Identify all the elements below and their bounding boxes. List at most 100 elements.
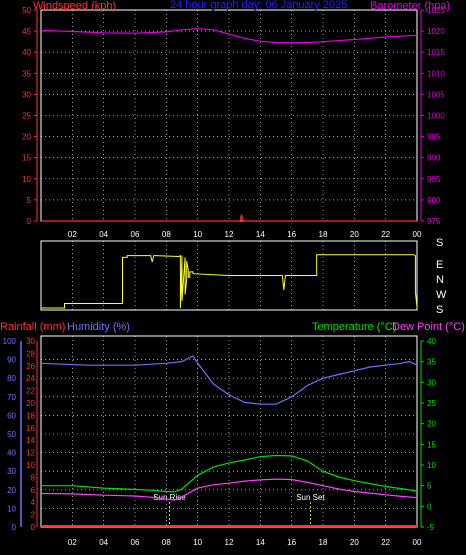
baro-tick-label: 985 [427, 175, 441, 184]
x-tick-label: 14 [256, 538, 265, 547]
wind-tick-label: 50 [22, 6, 31, 15]
baro-tick-label: 980 [427, 196, 441, 205]
rain-tick-label: 0 [31, 523, 36, 532]
x-tick-label: 08 [162, 538, 171, 547]
direction-label: N [436, 274, 444, 286]
x-tick-label: 12 [225, 230, 234, 239]
x-tick-label: 02 [68, 230, 77, 239]
x-tick-label: 16 [287, 538, 296, 547]
x-tick-label: 00 [413, 538, 422, 547]
baro-tick-label: 1010 [427, 69, 445, 78]
x-tick-label: 06 [131, 538, 140, 547]
rain-tick-label: 2 [31, 511, 36, 520]
x-tick-label: 16 [287, 230, 296, 239]
wind-tick-label: 30 [22, 90, 31, 99]
rain-tick-label: 12 [26, 449, 35, 458]
chart3-x-axis: 02 04 06 08 10 12 14 16 18 20 22 00 [68, 538, 422, 547]
direction-labels: SENWS [436, 237, 447, 316]
humidity-tick-label: 100 [3, 337, 17, 346]
x-tick-label: 18 [319, 538, 328, 547]
baro-tick-label: 995 [427, 133, 441, 142]
wind-tick-label: 0 [27, 217, 32, 226]
direction-label: S [436, 304, 443, 316]
rain-tick-label: 10 [26, 461, 35, 470]
rain-tick-label: 14 [26, 436, 35, 445]
temp-tick-label: 10 [427, 461, 436, 470]
x-tick-label: 08 [162, 230, 171, 239]
x-tick-label: 06 [131, 230, 140, 239]
wind-tick-label: 20 [22, 133, 31, 142]
sun-event-label: Sun Set [296, 493, 325, 502]
humidity-tick-label: 50 [7, 430, 16, 439]
chart1-right-axis: 975980985990995100010051010101510201025 [420, 6, 445, 226]
rain-tick-label: 16 [26, 424, 35, 433]
chart-title: 24 hour graph day: 06 January 2025 [170, 0, 347, 11]
wind-tick-label: 10 [22, 175, 31, 184]
temp-tick-label: 15 [427, 440, 436, 449]
humidity-tick-label: 20 [7, 486, 16, 495]
baro-tick-label: 1015 [427, 48, 445, 57]
wind-axis-label: Windspeed (kph) [33, 0, 116, 12]
baro-tick-label: 1020 [427, 27, 445, 36]
humidity-tick-label: 40 [7, 449, 16, 458]
temp-tick-label: 20 [427, 420, 436, 429]
rain-tick-label: 20 [26, 399, 35, 408]
chart-temp-hum: 0102030405060708090100024681012141618202… [0, 321, 465, 547]
x-tick-label: 22 [381, 230, 390, 239]
x-tick-label: 04 [99, 230, 108, 239]
chart-wind-direction: SENWS [40, 237, 447, 316]
temp-tick-label: 35 [427, 358, 436, 367]
wind-tick-label: 35 [22, 69, 31, 78]
weather-graph: 05101520253035404550 9759809859909951000… [0, 0, 465, 547]
x-tick-label: 02 [68, 538, 77, 547]
humidity-tick-label: 80 [7, 374, 16, 383]
x-tick-label: 10 [193, 230, 202, 239]
temp-tick-label: 25 [427, 399, 436, 408]
direction-label: S [436, 237, 443, 249]
x-tick-label: 20 [350, 538, 359, 547]
humidity-tick-label: 70 [7, 393, 16, 402]
rain-tick-label: 6 [31, 486, 36, 495]
humidity-tick-label: 0 [12, 523, 17, 532]
direction-label: E [436, 259, 443, 271]
rain-tick-label: 8 [31, 473, 36, 482]
rain-axis-label: Rainfall (mm) [0, 321, 65, 333]
x-tick-label: 14 [256, 230, 265, 239]
rain-tick-label: 22 [26, 387, 35, 396]
wind-tick-label: 45 [22, 27, 31, 36]
rain-tick-label: 4 [31, 498, 36, 507]
x-tick-label: 20 [350, 230, 359, 239]
baro-tick-label: 1000 [427, 112, 445, 121]
x-tick-label: 04 [99, 538, 108, 547]
humidity-tick-label: 60 [7, 411, 16, 420]
baro-axis-label: Barometer (hpa) [370, 0, 450, 12]
wind-tick-label: 15 [22, 154, 31, 163]
x-tick-label: 12 [225, 538, 234, 547]
rain-tick-label: 24 [26, 374, 35, 383]
chart-wind-baro: 05101520253035404550 9759809859909951000… [22, 0, 450, 239]
x-tick-label: 00 [413, 230, 422, 239]
wind-tick-label: 40 [22, 48, 31, 57]
baro-tick-label: 975 [427, 217, 441, 226]
temp-tick-label: 5 [427, 482, 432, 491]
temp-axis-label: Temperature (°C) [312, 321, 396, 333]
rain-tick-label: 18 [26, 411, 35, 420]
humidity-tick-label: 10 [7, 504, 16, 513]
baro-tick-label: 990 [427, 154, 441, 163]
chart1-x-axis: 02 04 06 08 10 12 14 16 18 20 22 00 [68, 230, 422, 239]
x-tick-label: 22 [381, 538, 390, 547]
temp-tick-label: -5 [427, 523, 435, 532]
rain-tick-label: 30 [26, 337, 35, 346]
dew-axis-label: Dew Point (°C) [392, 321, 465, 333]
humidity-tick-label: 90 [7, 356, 16, 365]
x-tick-label: 18 [319, 230, 328, 239]
direction-label: W [436, 289, 447, 301]
wind-tick-label: 5 [27, 196, 32, 205]
x-tick-label: 10 [193, 538, 202, 547]
baro-tick-label: 1005 [427, 90, 445, 99]
temp-tick-label: 0 [427, 502, 432, 511]
rain-tick-label: 26 [26, 362, 35, 371]
temp-tick-label: 40 [427, 337, 436, 346]
wind-tick-label: 25 [22, 112, 31, 121]
rain-tick-label: 28 [26, 349, 35, 358]
